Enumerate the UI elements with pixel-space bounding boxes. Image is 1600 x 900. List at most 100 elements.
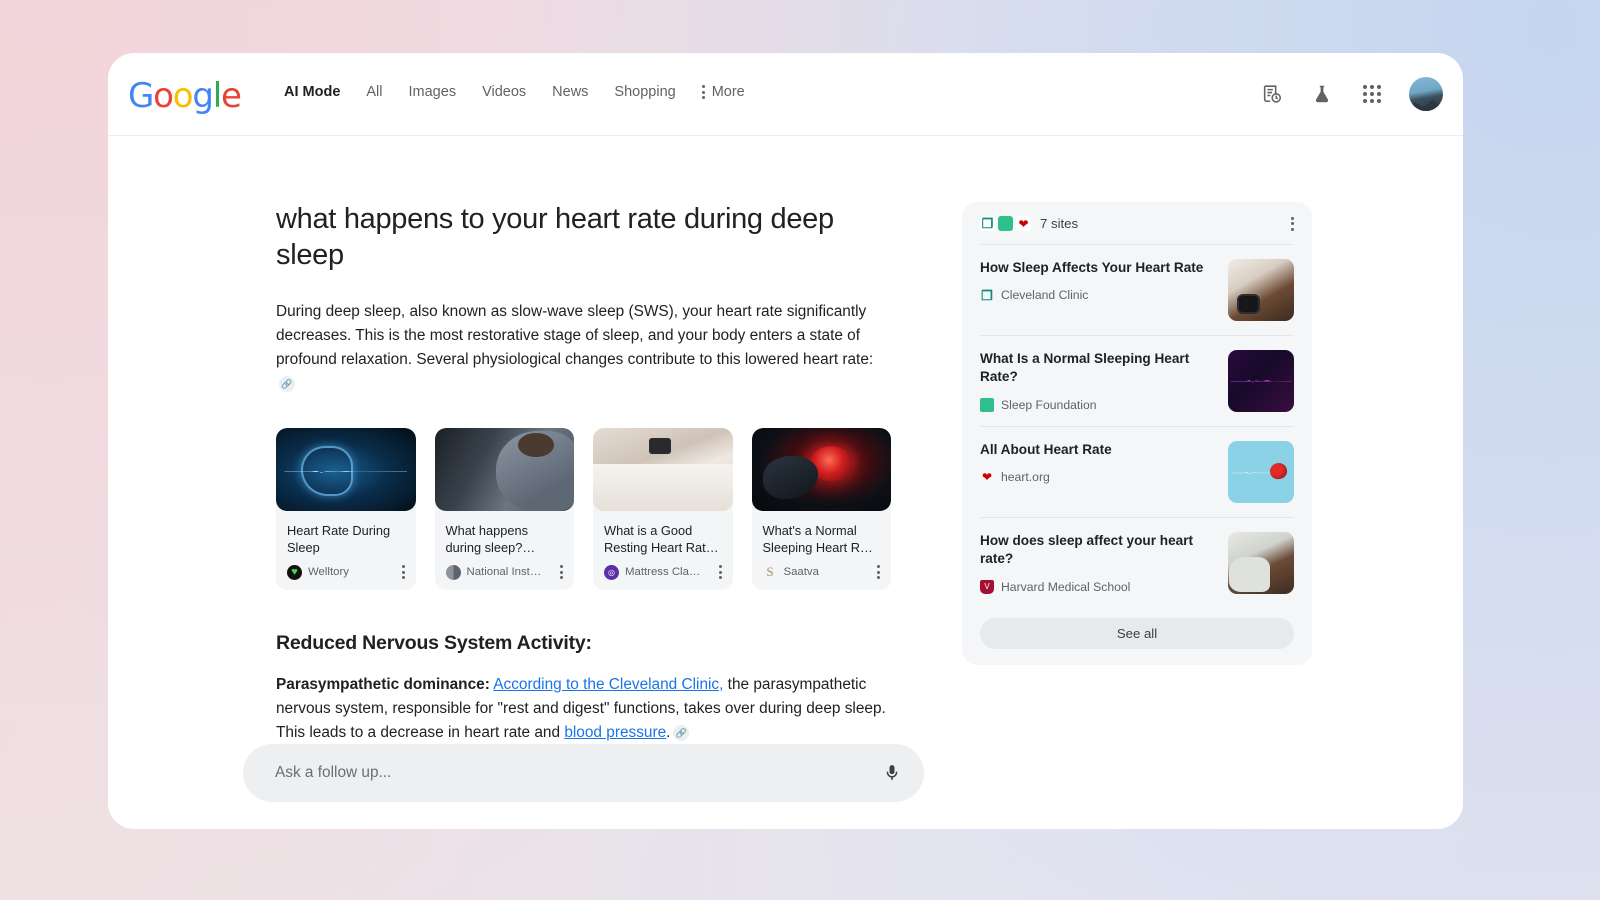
card-footer: National Inst… (435, 556, 575, 590)
publisher-name: Harvard Medical School (1001, 580, 1130, 594)
answer-column: what happens to your heart rate during d… (276, 201, 891, 745)
source-item-publisher: ❤ heart.org (980, 470, 1216, 484)
panel-header: ❐ ❤ 7 sites (980, 216, 1294, 244)
card-source: Saatva (784, 566, 870, 578)
cleveland-clinic-icon: ❐ (980, 288, 994, 302)
harvard-shield-icon: V (980, 580, 994, 594)
card-thumbnail-woman-bed-smartwatch (593, 428, 733, 511)
cleveland-clinic-link[interactable]: According to the Cleveland Clinic, (493, 676, 723, 693)
logo-letter: G (128, 76, 153, 116)
source-thumbnail-man-sleeping-smartwatch (1228, 259, 1294, 321)
card-footer: ♥ Welltory (276, 556, 416, 590)
link-chip-icon[interactable]: 🔗 (673, 725, 689, 741)
see-all-button[interactable]: See all (980, 618, 1294, 649)
labs-flask-icon[interactable] (1309, 81, 1335, 107)
source-list-item[interactable]: All About Heart Rate ❤ heart.org (980, 426, 1294, 517)
card-kebab-icon[interactable] (717, 565, 724, 579)
google-logo[interactable]: Google (128, 79, 241, 113)
saatva-s-icon: S (763, 565, 778, 580)
section-paragraph: Parasympathetic dominance: According to … (276, 673, 891, 745)
sleep-foundation-icon (998, 216, 1013, 231)
nih-icon (446, 565, 461, 580)
card-footer: ◎ Mattress Cla… (593, 556, 733, 590)
sources-panel: ❐ ❤ 7 sites How Sleep Affects Your Heart… (962, 202, 1312, 665)
source-thumbnail-man-sleeping-pillow (1228, 532, 1294, 594)
app-header: Google AI Mode All Images Videos News Sh… (108, 53, 1463, 136)
source-list-item[interactable]: What Is a Normal Sleeping Heart Rate? Sl… (980, 335, 1294, 426)
card-thumbnail-ecg-heart-blue (276, 428, 416, 511)
logo-letter: o (173, 76, 193, 116)
welltory-heart-icon: ♥ (287, 565, 302, 580)
search-activity-icon[interactable] (1259, 81, 1285, 107)
card-title: What is a Good Resting Heart Rat… (593, 511, 733, 556)
nav-more-button[interactable]: More (702, 84, 745, 100)
source-card[interactable]: What's a Normal Sleeping Heart R… S Saat… (752, 428, 892, 590)
source-item-text: What Is a Normal Sleeping Heart Rate? Sl… (980, 350, 1216, 412)
sleep-foundation-icon (980, 398, 994, 412)
primary-nav: AI Mode All Images Videos News Shopping … (284, 84, 745, 100)
source-card[interactable]: Heart Rate During Sleep ♥ Welltory (276, 428, 416, 590)
card-footer: S Saatva (752, 556, 892, 590)
card-thumbnail-woman-sleeping-gray (435, 428, 575, 511)
source-item-title: All About Heart Rate (980, 441, 1216, 459)
heart-org-icon: ❤ (980, 470, 994, 484)
kebab-menu-icon (702, 85, 705, 99)
section-text-2: . (666, 724, 670, 741)
source-item-text: All About Heart Rate ❤ heart.org (980, 441, 1216, 484)
card-kebab-icon[interactable] (558, 565, 565, 579)
section-lead: Parasympathetic dominance: (276, 676, 490, 693)
card-kebab-icon[interactable] (400, 565, 407, 579)
logo-letter: g (192, 76, 212, 116)
tab-ai-mode[interactable]: AI Mode (284, 84, 340, 100)
tab-images[interactable]: Images (409, 84, 457, 100)
source-item-text: How Sleep Affects Your Heart Rate ❐ Clev… (980, 259, 1216, 302)
header-actions (1259, 77, 1443, 111)
logo-letter: l (213, 76, 221, 116)
card-kebab-icon[interactable] (875, 565, 882, 579)
source-card-row: Heart Rate During Sleep ♥ Welltory What … (276, 428, 891, 590)
page-title: what happens to your heart rate during d… (276, 201, 891, 274)
card-source: Welltory (308, 566, 394, 578)
mattress-clarity-icon: ◎ (604, 565, 619, 580)
source-card[interactable]: What happens during sleep?… National Ins… (435, 428, 575, 590)
favicon-stack: ❐ ❤ (980, 216, 1031, 231)
tab-videos[interactable]: Videos (482, 84, 526, 100)
source-item-text: How does sleep affect your heart rate? V… (980, 532, 1216, 594)
follow-up-bar[interactable] (243, 744, 924, 802)
logo-letter: o (153, 76, 173, 116)
source-thumbnail-neon-ecg-line (1228, 350, 1294, 412)
source-card[interactable]: What is a Good Resting Heart Rat… ◎ Matt… (593, 428, 733, 590)
card-source: Mattress Cla… (625, 566, 711, 578)
section-heading: Reduced Nervous System Activity: (276, 632, 891, 655)
source-item-publisher: Sleep Foundation (980, 398, 1216, 412)
source-item-title: How Sleep Affects Your Heart Rate (980, 259, 1216, 277)
source-item-title: How does sleep affect your heart rate? (980, 532, 1216, 569)
publisher-name: Sleep Foundation (1001, 398, 1097, 412)
panel-kebab-icon[interactable] (1291, 217, 1294, 231)
intro-paragraph: During deep sleep, also known as slow-wa… (276, 300, 891, 396)
account-avatar[interactable] (1409, 77, 1443, 111)
source-list-item[interactable]: How Sleep Affects Your Heart Rate ❐ Clev… (980, 244, 1294, 335)
cleveland-clinic-icon: ❐ (980, 216, 995, 231)
follow-up-input[interactable] (275, 764, 882, 782)
publisher-name: heart.org (1001, 470, 1050, 484)
tab-shopping[interactable]: Shopping (614, 84, 675, 100)
google-apps-grid-icon[interactable] (1359, 81, 1385, 107)
card-title: Heart Rate During Sleep (276, 511, 416, 556)
nav-more-label: More (712, 84, 745, 100)
sites-count-label: 7 sites (1040, 216, 1282, 231)
card-source: National Inst… (467, 566, 553, 578)
source-item-publisher: ❐ Cleveland Clinic (980, 288, 1216, 302)
source-item-title: What Is a Normal Sleeping Heart Rate? (980, 350, 1216, 387)
tab-news[interactable]: News (552, 84, 588, 100)
microphone-icon[interactable] (882, 763, 902, 783)
tab-all[interactable]: All (366, 84, 382, 100)
page-content: what happens to your heart rate during d… (108, 136, 1463, 828)
card-title: What happens during sleep?… (435, 511, 575, 556)
blood-pressure-link[interactable]: blood pressure (564, 724, 666, 741)
source-thumbnail-red-heart-blue-bg (1228, 441, 1294, 503)
intro-text: During deep sleep, also known as slow-wa… (276, 303, 873, 368)
source-list-item[interactable]: How does sleep affect your heart rate? V… (980, 517, 1294, 608)
browser-window: Google AI Mode All Images Videos News Sh… (108, 53, 1463, 829)
link-chip-icon[interactable]: 🔗 (279, 376, 295, 392)
